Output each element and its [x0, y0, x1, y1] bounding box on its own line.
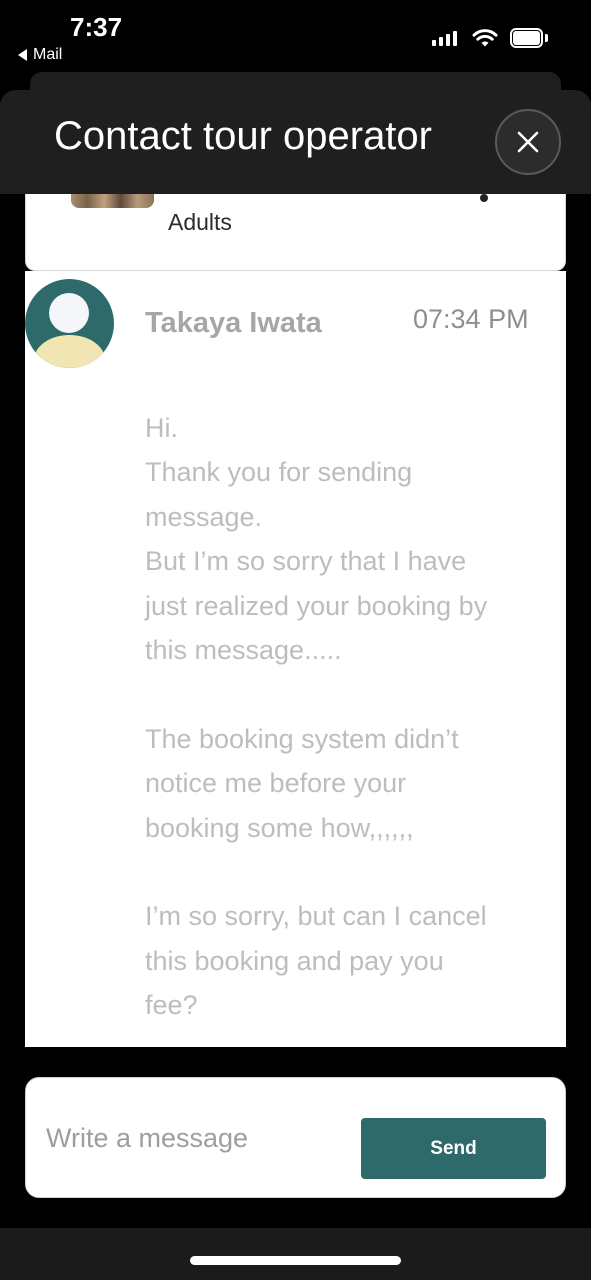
message-input[interactable]: [46, 1114, 346, 1162]
message-line: booking some how,,,,,,: [145, 812, 414, 843]
message-body: Hi. Thank you for sending message. But I…: [145, 406, 545, 1028]
back-mail-label: Mail: [33, 46, 63, 63]
battery-icon: [510, 28, 548, 48]
modal-header: Contact tour operator: [0, 90, 591, 194]
send-button[interactable]: Send: [361, 1118, 546, 1179]
page-title: Contact tour operator: [54, 114, 432, 158]
booking-summary-card: Adults: [25, 194, 566, 271]
message-timestamp: 07:34 PM: [413, 304, 529, 334]
guests-label: Adults: [168, 209, 232, 235]
message-sender: Takaya Iwata: [145, 307, 322, 339]
message-line: this booking and pay you: [145, 945, 444, 976]
message-line: this message.....: [145, 635, 342, 666]
close-button[interactable]: [495, 109, 561, 175]
message-line: Thank you for sending: [145, 457, 413, 488]
message-item: Takaya Iwata 07:34 PM Hi. Thank you for …: [25, 271, 566, 1047]
message-line: I’m so sorry, but can I cancel: [145, 901, 487, 932]
message-composer: Send: [25, 1077, 566, 1198]
bottom-bar: [0, 1228, 591, 1280]
message-line: But I’m so sorry that I have: [145, 546, 467, 577]
home-indicator[interactable]: [190, 1256, 401, 1265]
message-line: Hi.: [145, 413, 178, 443]
cellular-signal-icon: [432, 30, 457, 46]
avatar: [25, 279, 114, 368]
wifi-icon: [472, 29, 498, 47]
screen: 7:37 Mail Contact tour operator Adults T…: [0, 0, 591, 1280]
message-line: The booking system didn’t: [145, 723, 459, 754]
status-time: 7:37: [70, 12, 123, 42]
back-triangle-icon: [18, 49, 27, 61]
back-to-mail-link[interactable]: Mail: [18, 46, 62, 64]
bullet-dot: [480, 194, 488, 202]
message-line: message.: [145, 501, 263, 532]
close-icon: [517, 131, 539, 153]
message-line: fee?: [145, 990, 198, 1021]
status-bar: 7:37 Mail: [0, 0, 591, 72]
tour-thumbnail: [71, 194, 154, 208]
message-line: just realized your booking by: [145, 590, 488, 621]
message-line: notice me before your: [145, 768, 407, 799]
